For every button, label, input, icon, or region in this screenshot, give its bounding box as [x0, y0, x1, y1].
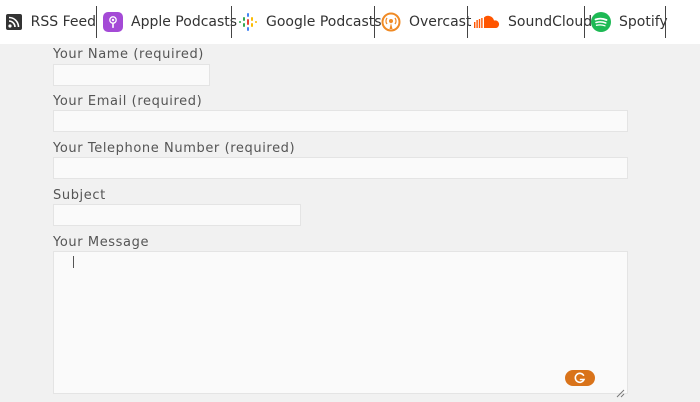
message-label: Your Message [53, 235, 150, 250]
rss-feed-link[interactable]: RSS Feed [0, 6, 96, 38]
soundcloud-link[interactable]: SoundCloud [468, 6, 592, 38]
overcast-label: Overcast [409, 14, 472, 30]
overcast-icon [381, 12, 401, 32]
subject-label: Subject [53, 188, 106, 203]
apple-podcasts-icon [103, 12, 123, 32]
phone-label: Your Telephone Number (required) [53, 141, 296, 156]
podcast-links-bar: RSS Feed Apple Podcasts Google Podcasts … [0, 0, 700, 44]
text-caret [73, 256, 74, 268]
spotify-icon [591, 12, 611, 32]
spotify-link[interactable]: Spotify [585, 6, 668, 38]
resize-handle-icon[interactable] [616, 383, 625, 398]
name-label: Your Name (required) [53, 47, 204, 62]
google-podcasts-label: Google Podcasts [266, 14, 382, 30]
name-input[interactable] [53, 64, 210, 86]
google-podcasts-link[interactable]: Google Podcasts [232, 6, 382, 38]
apple-podcasts-link[interactable]: Apple Podcasts [97, 6, 237, 38]
subject-input[interactable] [53, 204, 301, 226]
phone-input[interactable] [53, 157, 628, 179]
soundcloud-icon [474, 12, 500, 32]
email-input[interactable] [53, 110, 628, 132]
overcast-link[interactable]: Overcast [375, 6, 471, 38]
google-podcasts-icon [238, 12, 258, 32]
soundcloud-label: SoundCloud [508, 14, 593, 30]
apple-podcasts-label: Apple Podcasts [131, 14, 238, 30]
email-label: Your Email (required) [53, 94, 203, 109]
spotify-label: Spotify [619, 14, 668, 30]
rss-icon [6, 12, 23, 32]
link-divider [665, 6, 666, 38]
message-textarea[interactable] [53, 251, 628, 394]
rss-feed-label: RSS Feed [30, 14, 96, 30]
grammarly-icon[interactable] [565, 370, 595, 386]
